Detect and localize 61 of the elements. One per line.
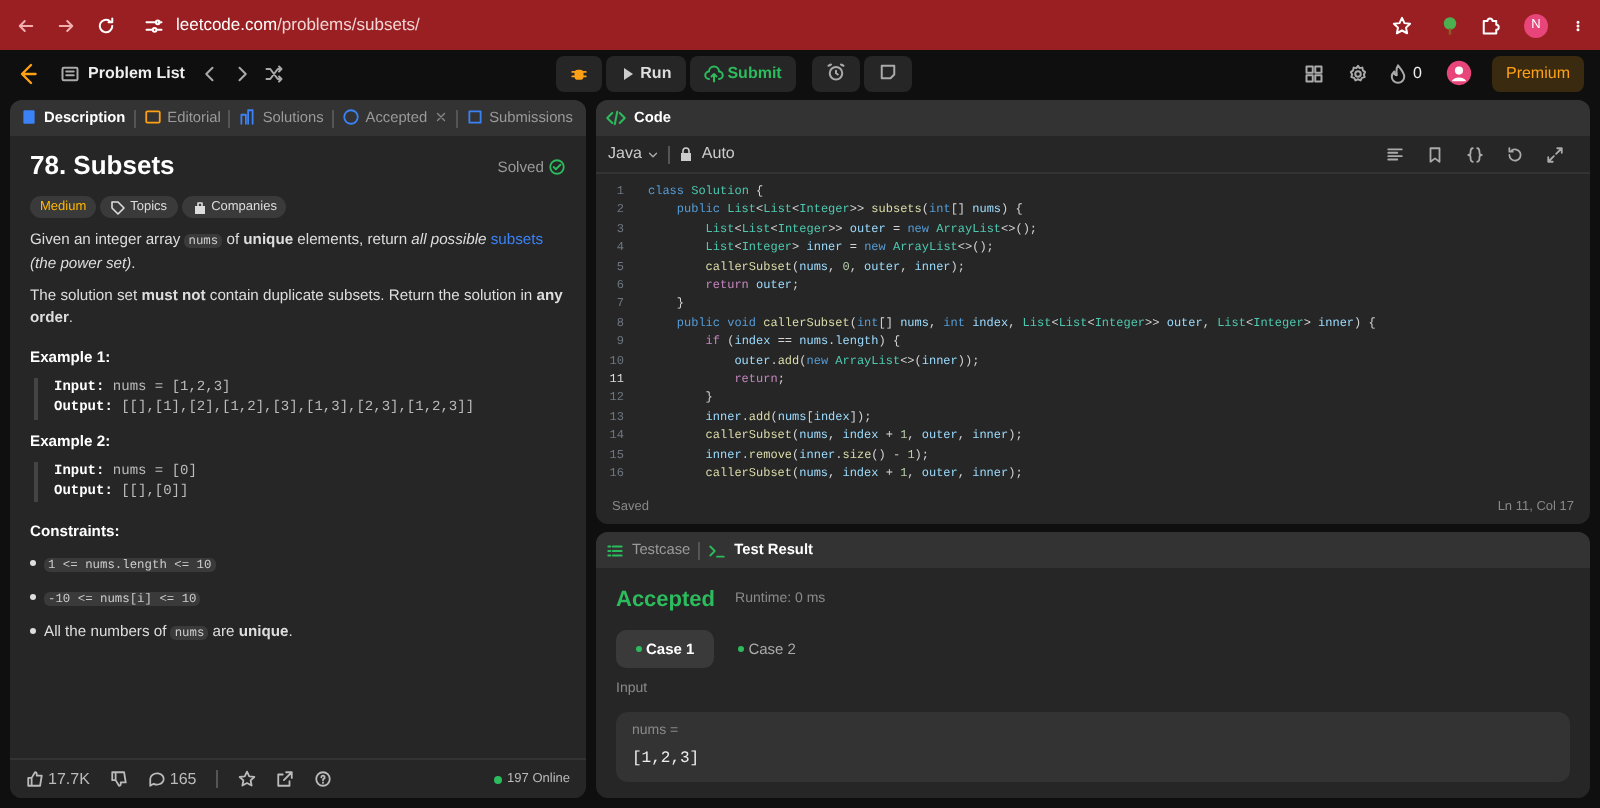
close-icon[interactable]: [433, 110, 448, 125]
tree-icon[interactable]: [1440, 15, 1460, 35]
online-dot-icon: [493, 775, 502, 783]
list-icon: [60, 63, 80, 83]
verdict-label: Accepted: [616, 586, 716, 616]
checklist-icon: [606, 541, 624, 559]
language-dropdown[interactable]: Java: [608, 142, 660, 166]
problem-list-link[interactable]: Problem List: [88, 61, 185, 85]
check-circle-icon: [548, 157, 566, 176]
thumbs-up-icon: [26, 770, 44, 788]
star-icon[interactable]: [238, 770, 257, 788]
reset-icon[interactable]: [1506, 145, 1524, 163]
note-icon: [877, 62, 898, 83]
code-icon: [606, 108, 626, 128]
notes-button[interactable]: [863, 55, 912, 91]
expand-icon[interactable]: [1546, 145, 1564, 163]
flame-icon[interactable]: [1387, 63, 1408, 83]
cloud-upload-icon: [703, 63, 724, 83]
braces-icon[interactable]: [1466, 145, 1484, 163]
back-icon[interactable]: [16, 15, 36, 35]
variable-value: [1,2,3]: [632, 747, 702, 772]
bullet-icon: [30, 594, 36, 601]
like-button[interactable]: 17.7K: [26, 767, 90, 791]
share-icon[interactable]: [276, 770, 295, 788]
settings-icon[interactable]: [1347, 63, 1368, 83]
bookmark-icon[interactable]: [1426, 145, 1444, 163]
tag-icon: [110, 199, 127, 216]
run-button[interactable]: Run: [606, 55, 686, 91]
problem-title: 78. Subsets: [30, 148, 175, 184]
address-bar[interactable]: leetcode.com/problems/subsets/: [176, 12, 420, 38]
alarm-button[interactable]: [811, 55, 860, 91]
comment-icon: [147, 770, 166, 788]
debug-button[interactable]: [556, 55, 603, 91]
thumbs-down-icon[interactable]: [109, 770, 128, 788]
menu-icon[interactable]: [1572, 15, 1584, 35]
bullet-icon: [30, 560, 36, 567]
premium-button[interactable]: Premium: [1491, 55, 1584, 91]
briefcase-icon: [191, 199, 208, 216]
alarm-clock-icon: [825, 62, 846, 83]
layout-icon[interactable]: [1303, 63, 1324, 83]
submit-button[interactable]: Submit: [689, 55, 796, 91]
site-settings-icon[interactable]: [144, 15, 164, 35]
bullet-icon: [30, 628, 36, 635]
mode-label: Auto: [701, 142, 735, 166]
play-icon: [620, 65, 637, 81]
book-icon: [143, 108, 162, 127]
puzzle-icon[interactable]: [1480, 15, 1500, 35]
document-icon: [20, 108, 38, 127]
comments-button[interactable]: 165: [147, 767, 197, 791]
forward-icon[interactable]: [56, 15, 76, 35]
lock-icon: [677, 146, 694, 162]
bar-chart-icon: [238, 108, 257, 127]
shuffle-icon[interactable]: [264, 63, 285, 83]
reload-icon[interactable]: [96, 15, 116, 35]
streak-count: 0: [1413, 61, 1422, 85]
help-icon[interactable]: [314, 770, 333, 788]
caret-icon: [645, 147, 660, 161]
terminal-icon: [708, 541, 727, 559]
format-icon[interactable]: [1386, 145, 1404, 163]
circle-icon: [341, 108, 360, 127]
user-avatar-icon[interactable]: [1445, 60, 1472, 86]
